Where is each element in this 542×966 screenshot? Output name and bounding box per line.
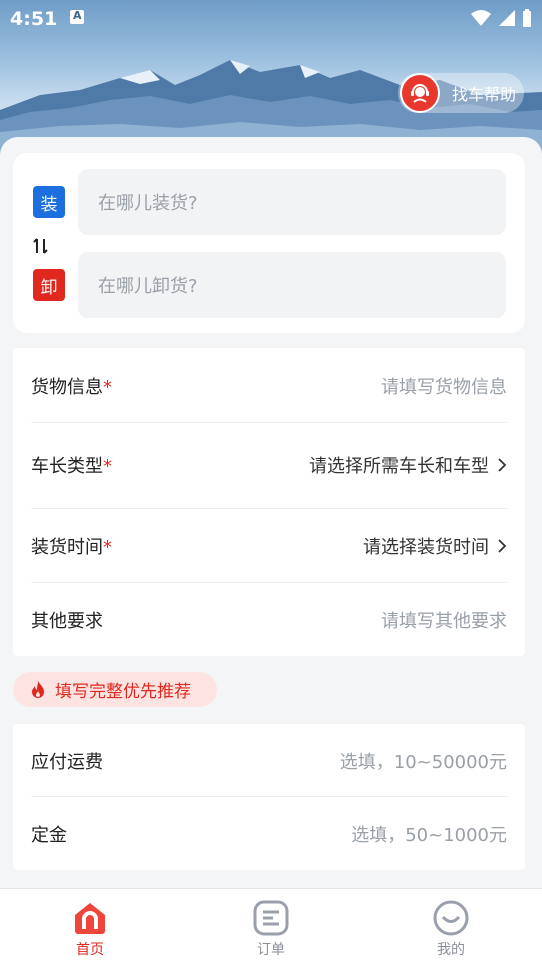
tab-mine[interactable]: 我的 xyxy=(391,889,511,966)
signal-icon xyxy=(499,10,515,26)
load-tag: 装 xyxy=(33,186,65,218)
unload-tag: 卸 xyxy=(33,269,65,301)
deposit-label: 定金 xyxy=(31,825,67,846)
route-card: 装 卸 在哪儿装货? 在哪儿卸货? xyxy=(13,153,525,333)
tab-orders[interactable]: 订单 xyxy=(211,889,331,966)
complete-tip-badge: 填写完整优先推荐 xyxy=(13,672,217,707)
freight-value: 选填，10~50000元 xyxy=(339,752,507,773)
help-label: 找车帮助 xyxy=(452,85,517,104)
order-icon xyxy=(253,900,289,936)
cargo-info-row[interactable]: 货物信息* 请填写货物信息 xyxy=(31,368,507,404)
fire-icon xyxy=(32,680,44,698)
smile-icon xyxy=(433,900,469,936)
vehicle-type-row[interactable]: 车长类型* 请选择所需车长和车型 xyxy=(31,447,507,483)
freight-row[interactable]: 应付运费 选填，10~50000元 xyxy=(31,743,507,779)
divider xyxy=(31,508,507,509)
freight-label: 应付运费 xyxy=(31,752,103,773)
other-requirements-label: 其他要求 xyxy=(31,611,103,632)
help-button[interactable]: 找车帮助 xyxy=(398,73,524,113)
status-bar: 4:51 A xyxy=(0,0,542,38)
chevron-right-icon xyxy=(498,458,507,472)
a-letter-icon: A xyxy=(70,9,84,24)
main-sheet: 装 卸 在哪儿装货? 在哪儿卸货? 货物信息* 请填写货物信息 车长类型* 请选… xyxy=(0,137,542,897)
tab-home-label: 首页 xyxy=(76,942,104,958)
tab-orders-label: 订单 xyxy=(257,942,285,958)
unload-address-input[interactable]: 在哪儿卸货? xyxy=(78,252,506,318)
wifi-icon xyxy=(471,10,491,26)
status-icons xyxy=(470,8,532,28)
deposit-row[interactable]: 定金 选填，50~1000元 xyxy=(31,816,507,852)
load-time-label: 装货时间* xyxy=(31,537,112,558)
load-time-value: 请选择装货时间 xyxy=(363,533,507,559)
bottom-tab-bar: 首页 订单 我的 xyxy=(0,888,542,966)
cargo-form: 货物信息* 请填写货物信息 车长类型* 请选择所需车长和车型 装货时间* 请选择… xyxy=(13,348,525,656)
tab-home[interactable]: 首页 xyxy=(30,889,150,966)
battery-icon xyxy=(523,9,531,27)
divider xyxy=(31,582,507,583)
chevron-right-icon xyxy=(498,539,507,553)
other-requirements-row[interactable]: 其他要求 请填写其他要求 xyxy=(31,602,507,638)
status-time: 4:51 xyxy=(10,8,58,30)
home-icon xyxy=(75,903,105,934)
fee-form: 应付运费 选填，10~50000元 定金 选填，50~1000元 xyxy=(13,724,525,870)
divider xyxy=(31,422,507,423)
vehicle-type-value: 请选择所需车长和车型 xyxy=(309,452,507,478)
swap-icon[interactable] xyxy=(33,237,49,255)
vehicle-type-label: 车长类型* xyxy=(31,456,112,477)
tip-text: 填写完整优先推荐 xyxy=(55,682,191,702)
tab-mine-label: 我的 xyxy=(437,942,465,958)
load-address-input[interactable]: 在哪儿装货? xyxy=(78,169,506,235)
customer-service-icon xyxy=(400,73,440,113)
cargo-info-label: 货物信息* xyxy=(31,377,112,398)
deposit-value: 选填，50~1000元 xyxy=(351,825,507,846)
cargo-info-value: 请填写货物信息 xyxy=(381,377,507,398)
divider xyxy=(31,796,507,797)
other-requirements-value: 请填写其他要求 xyxy=(381,611,507,632)
load-time-row[interactable]: 装货时间* 请选择装货时间 xyxy=(31,528,507,564)
